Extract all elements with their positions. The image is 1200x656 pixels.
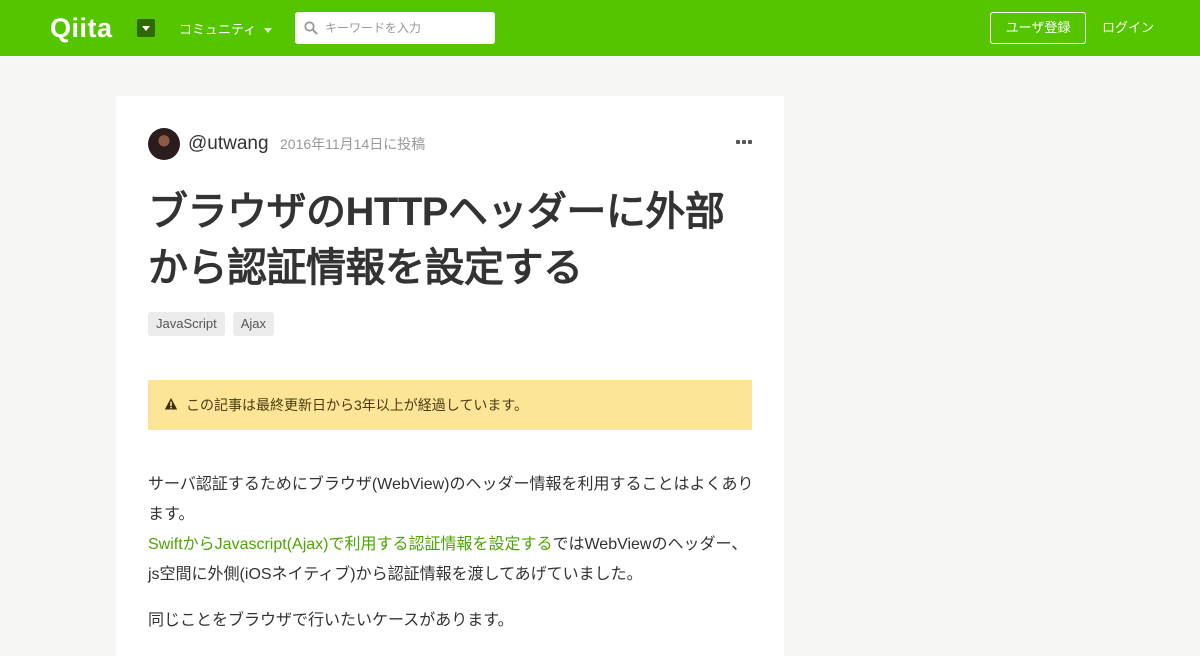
- qiita-logo[interactable]: Qiita: [50, 12, 113, 44]
- search-input[interactable]: [325, 12, 485, 44]
- more-options-icon[interactable]: [736, 140, 752, 148]
- warning-icon: [164, 398, 178, 410]
- chevron-down-icon: [264, 28, 273, 34]
- search-box[interactable]: [295, 12, 495, 44]
- author-avatar[interactable]: [148, 128, 180, 160]
- body-paragraph: 同じことをブラウザで行いたいケースがあります。: [148, 612, 514, 629]
- warning-text: この記事は最終更新日から3年以上が経過しています。: [186, 397, 528, 413]
- signup-button[interactable]: ユーザ登録: [990, 12, 1086, 44]
- body-paragraph: SwiftからJavascript(Ajax)で利用する認証情報を設定するではW…: [148, 530, 754, 590]
- login-link[interactable]: ログイン: [1102, 19, 1154, 37]
- tag-list: JavaScript Ajax: [148, 312, 274, 336]
- article-body: サーバ認証するためにブラウザ(WebView)のヘッダー情報を利用することはよく…: [148, 470, 754, 652]
- outdated-warning-banner: この記事は最終更新日から3年以上が経過しています。: [148, 380, 752, 430]
- community-menu[interactable]: コミュニティ: [179, 20, 273, 40]
- article-title: ブラウザのHTTPヘッダーに外部から認証情報を設定する: [148, 190, 725, 290]
- search-icon: [304, 21, 318, 35]
- author-username[interactable]: @utwang: [188, 132, 269, 156]
- tag-ajax[interactable]: Ajax: [232, 312, 274, 336]
- related-article-link[interactable]: SwiftからJavascript(Ajax)で利用する認証情報を設定する: [148, 536, 552, 553]
- tag-javascript[interactable]: JavaScript: [148, 312, 225, 336]
- more-dot: [748, 140, 752, 144]
- posted-date: 2016年11月14日に投稿: [280, 136, 426, 152]
- more-dot: [736, 140, 740, 144]
- community-label: コミュニティ: [179, 22, 257, 37]
- body-paragraph: サーバ認証するためにブラウザ(WebView)のヘッダー情報を利用することはよく…: [148, 476, 754, 523]
- more-dot: [742, 140, 746, 144]
- logo-menu-dropdown-icon[interactable]: [137, 19, 155, 37]
- article-card: @utwang 2016年11月14日に投稿 ブラウザのHTTPヘッダーに外部か…: [116, 96, 784, 656]
- top-navbar: Qiita コミュニティ ユーザ登録 ログイン: [0, 0, 1200, 56]
